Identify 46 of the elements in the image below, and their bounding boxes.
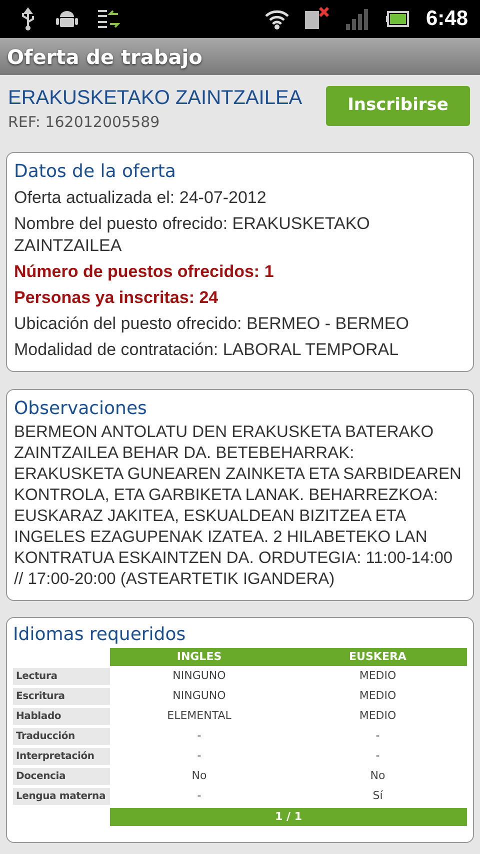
table-cell-text: - <box>197 728 202 744</box>
section-title: Datos de la oferta <box>14 160 177 184</box>
table-cell-text: NINGUNO <box>172 668 226 684</box>
job-title: ERAKUSKETAKO ZAINTZAILEA <box>8 86 304 111</box>
battery-icon <box>386 10 410 28</box>
row-label: Traducción <box>13 728 110 744</box>
usb-icon <box>20 7 36 31</box>
detail-line: Oferta actualizada el: 24-07-2012 <box>14 187 268 209</box>
detail-line: Número de puestos ofrecidos: 1 <box>14 261 275 283</box>
reference-number: REF: 162012005589 <box>8 112 161 133</box>
detail-line: Nombre del puesto ofrecido: ERAKUSKETAKO ZAINTZAILEA <box>14 213 371 257</box>
table-cell-text: No <box>192 768 207 784</box>
table-cell-text: - <box>376 748 380 764</box>
sim-error-icon <box>304 7 330 31</box>
apply-button[interactable]: Inscribirse <box>326 86 470 126</box>
signal-icon <box>346 8 368 30</box>
android-icon <box>56 9 78 29</box>
row-label: Hablado <box>13 708 110 724</box>
sync-arrows-icon <box>96 8 120 30</box>
table-cell-text: MEDIO <box>359 708 396 724</box>
detail-line: Modalidad de contratación: LABORAL TEMPORAL <box>14 339 400 361</box>
row-label: Docencia <box>13 768 110 784</box>
section-title: Idiomas requeridos <box>13 623 187 647</box>
table-cell-text: No <box>370 768 386 784</box>
column-header: INGLES <box>176 648 223 665</box>
column-header: EUSKERA <box>348 648 408 665</box>
page-indicator: 1 / 1 <box>275 808 302 825</box>
table-cell-text: MEDIO <box>359 668 396 684</box>
table-cell-text: - <box>376 728 380 744</box>
row-label: Escritura <box>13 688 110 704</box>
section-title: Observaciones <box>14 397 148 421</box>
detail-line: Personas ya inscritas: 24 <box>14 287 220 309</box>
table-cell-text: NINGUNO <box>172 688 226 704</box>
detail-line: Ubicación del puesto ofrecido: BERMEO - BERMEO <box>14 313 410 335</box>
table-cell-text: MEDIO <box>359 688 396 704</box>
clock-time: 6:48 <box>426 6 468 32</box>
table-cell-text: - <box>197 788 202 804</box>
row-label: Interpretación <box>13 748 110 764</box>
row-label: Lengua materna <box>13 788 110 804</box>
wifi-icon <box>264 8 290 30</box>
table-cell-text: ELEMENTAL <box>167 708 232 724</box>
table-cell-text: - <box>197 748 202 764</box>
row-label: Lectura <box>13 668 110 684</box>
screen-title: Oferta de trabajo <box>7 44 202 70</box>
observations-text: BERMEON ANTOLATU DEN ERAKUSKETA BATERAKO ZAINTZAILEA BEHAR DA. BETEBEHARRAK: ERAKUSKETA GUNEAREN ZAINKETA ETA SARBIDEAREN KONTROLA, ETA GARBIKETA LANAK. BEHARREZKOA: EUSKARAZ JAKITEA, ESKUALDEAN BIZITZEA ETA INGELES EZAGUPENAK IZATEA. 2 HILABETEKO LAN KONTRATUA ESKAINTZEN DA. ORDUTEGIA: 11:00-14:00 // 17:00-20:00 (ASTEARTETIK IGANDERA) <box>14 422 462 590</box>
table-cell-text: Sí <box>372 788 383 804</box>
